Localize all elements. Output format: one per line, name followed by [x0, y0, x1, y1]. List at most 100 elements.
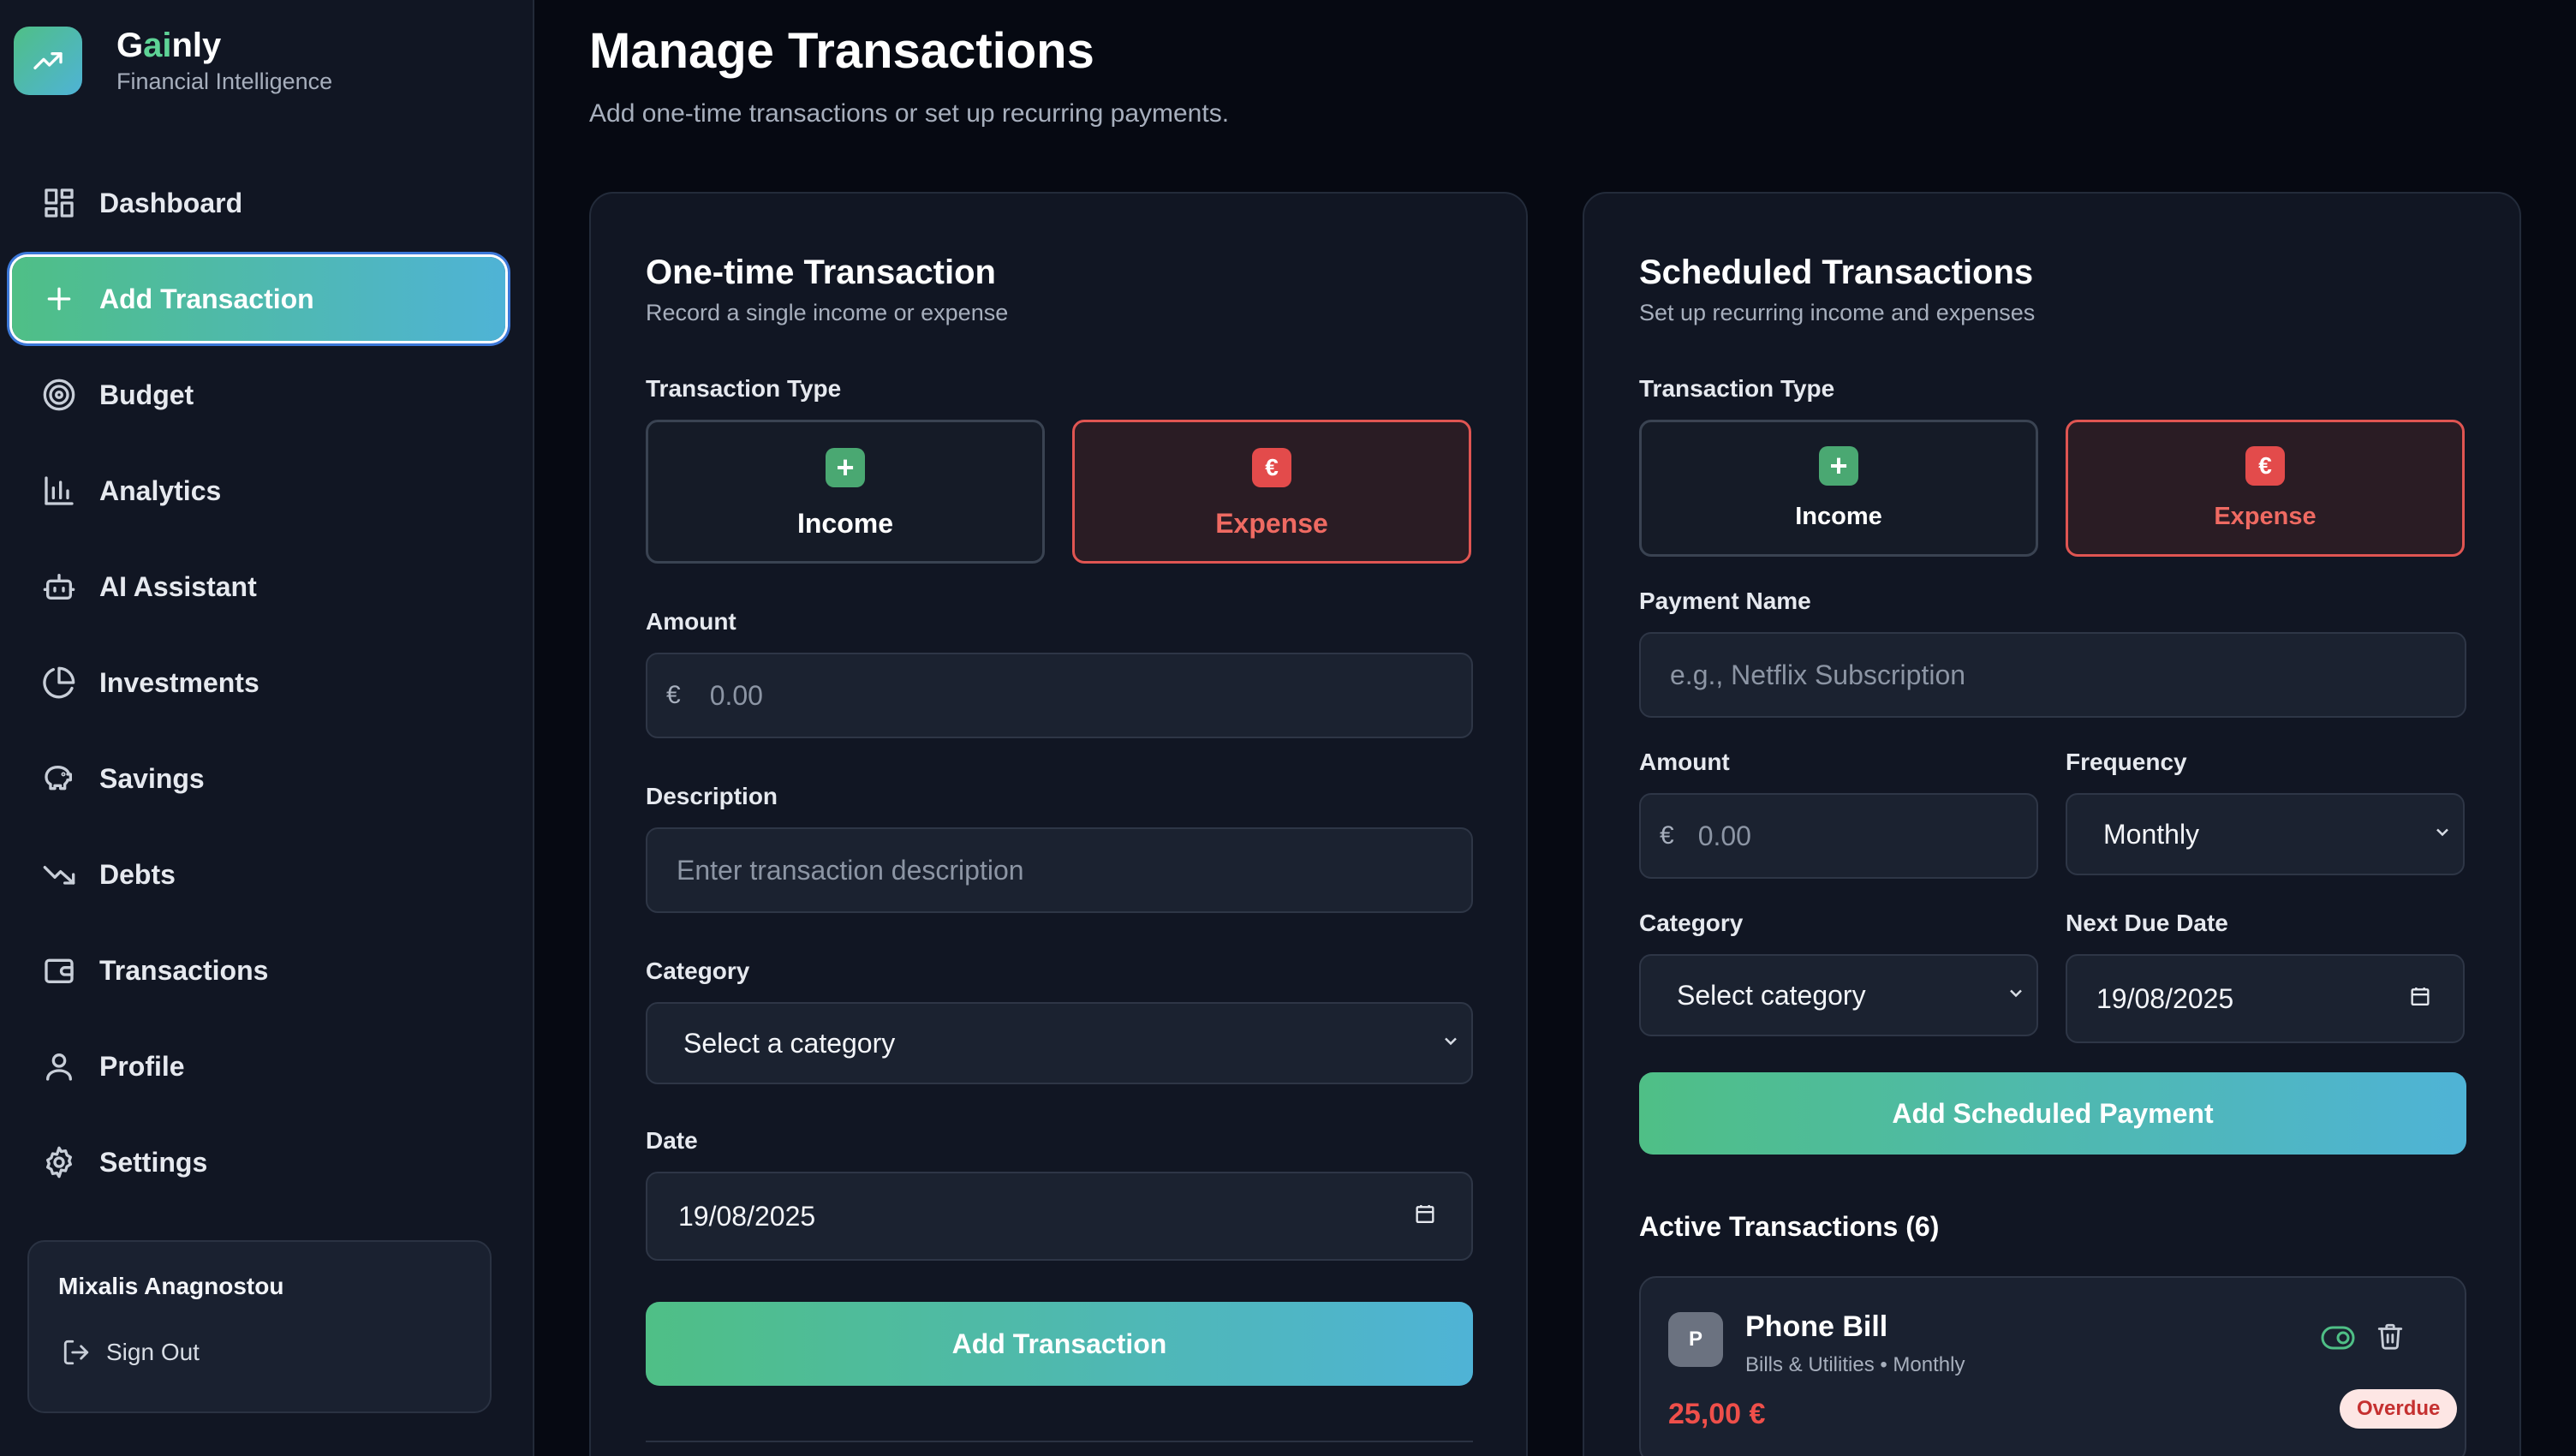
next-due-date-label: Next Due Date	[2066, 910, 2228, 936]
date-value: 19/08/2025	[678, 1200, 816, 1232]
bar-chart-icon	[41, 473, 77, 509]
log-out-icon	[63, 1340, 89, 1365]
plus-icon: +	[826, 448, 865, 487]
chevron-down-icon	[2432, 822, 2453, 847]
sidebar-item-label: Debts	[99, 858, 176, 890]
user-card: Mixalis Anagnostou Sign Out	[27, 1240, 492, 1413]
divider	[646, 1441, 1473, 1442]
sidebar-item-analytics[interactable]: Analytics	[12, 449, 507, 533]
sidebar-nav: Dashboard Add Transaction Budget Analyti…	[12, 161, 507, 1216]
piggy-bank-icon	[41, 761, 77, 797]
sidebar-item-add-transaction[interactable]: Add Transaction	[12, 257, 505, 341]
category-select[interactable]: Select category	[1639, 954, 2038, 1036]
sidebar-item-transactions[interactable]: Transactions	[12, 928, 507, 1012]
sidebar-item-label: Dashboard	[99, 187, 243, 218]
trending-up-icon	[14, 26, 82, 95]
plus-icon	[41, 281, 77, 317]
sidebar: Gainly Financial Intelligence Dashboard …	[0, 0, 534, 1456]
description-label: Description	[646, 783, 778, 809]
target-icon	[41, 377, 77, 413]
scheduled-transaction-item: P Phone Bill Bills & Utilities • Monthly…	[1639, 1276, 2466, 1456]
next-due-date-input[interactable]: 19/08/2025	[2066, 954, 2465, 1043]
sidebar-item-ai-assistant[interactable]: AI Assistant	[12, 545, 507, 629]
sidebar-item-debts[interactable]: Debts	[12, 832, 507, 916]
active-transactions-title: Active Transactions (6)	[1639, 1211, 1940, 1242]
payment-name-placeholder: e.g., Netflix Subscription	[1670, 659, 1966, 690]
brand-tagline: Financial Intelligence	[116, 69, 333, 94]
date-label: Date	[646, 1127, 698, 1154]
chevron-down-icon	[2006, 983, 2026, 1008]
category-label: Category	[1639, 910, 1744, 936]
frequency-value: Monthly	[2103, 818, 2200, 850]
category-value: Select a category	[683, 1027, 896, 1059]
transaction-name: Phone Bill	[1745, 1310, 1888, 1343]
sidebar-item-profile[interactable]: Profile	[12, 1024, 507, 1108]
income-type-button[interactable]: + Income	[1639, 420, 2038, 557]
euro-icon: €	[2245, 446, 2285, 486]
income-label: Income	[796, 508, 894, 539]
transaction-amount: 25,00 €	[1668, 1398, 1766, 1430]
euro-icon: €	[1252, 448, 1291, 487]
trash-icon[interactable]	[2376, 1321, 2405, 1356]
page-subtitle: Add one-time transactions or set up recu…	[589, 99, 1230, 128]
plus-icon: +	[1819, 446, 1858, 486]
amount-label: Amount	[1639, 749, 1730, 775]
brand[interactable]: Gainly Financial Intelligence	[14, 26, 332, 95]
user-icon	[41, 1048, 77, 1084]
scheduled-transactions-card: Scheduled Transactions Set up recurring …	[1583, 192, 2521, 1456]
sidebar-item-label: Investments	[99, 666, 259, 698]
calendar-icon[interactable]	[1413, 1202, 1437, 1231]
category-label: Category	[646, 958, 750, 984]
sidebar-item-savings[interactable]: Savings	[12, 737, 507, 820]
income-label: Income	[1795, 503, 1882, 530]
sign-out-button[interactable]: Sign Out	[62, 1338, 200, 1367]
income-type-button[interactable]: + Income	[646, 420, 1045, 564]
transaction-meta: Bills & Utilities • Monthly	[1745, 1353, 1965, 1376]
sidebar-item-dashboard[interactable]: Dashboard	[12, 161, 507, 245]
sign-out-label: Sign Out	[106, 1339, 200, 1365]
wallet-icon	[41, 952, 77, 988]
expense-label: Expense	[2214, 503, 2317, 530]
expense-type-button[interactable]: € Expense	[1072, 420, 1471, 564]
currency-symbol: €	[666, 681, 681, 709]
category-value: Select category	[1677, 979, 1866, 1011]
sidebar-item-label: Profile	[99, 1050, 185, 1082]
sidebar-item-settings[interactable]: Settings	[12, 1120, 507, 1204]
expense-type-button[interactable]: € Expense	[2066, 420, 2465, 557]
description-placeholder: Enter transaction description	[677, 854, 1024, 886]
avatar: P	[1668, 1312, 1723, 1367]
card-title: One-time Transaction	[646, 254, 996, 291]
sidebar-item-label: Analytics	[99, 474, 222, 506]
toggle-on-icon[interactable]	[2321, 1324, 2355, 1356]
sidebar-item-label: Budget	[99, 379, 194, 410]
user-name: Mixalis Anagnostou	[58, 1273, 284, 1299]
bot-icon	[41, 569, 77, 605]
add-scheduled-payment-button[interactable]: Add Scheduled Payment	[1639, 1072, 2466, 1155]
amount-input[interactable]: € 0.00	[1639, 793, 2038, 879]
brand-name: Gainly	[116, 27, 222, 64]
sidebar-item-investments[interactable]: Investments	[12, 641, 507, 725]
amount-input[interactable]: € 0.00	[646, 653, 1473, 738]
transaction-type-label: Transaction Type	[646, 375, 842, 402]
amount-placeholder: 0.00	[1697, 820, 1751, 851]
sidebar-item-label: Add Transaction	[99, 283, 314, 314]
date-input[interactable]: 19/08/2025	[646, 1172, 1473, 1261]
card-title: Scheduled Transactions	[1639, 254, 2034, 291]
expense-label: Expense	[1215, 508, 1328, 539]
page-title: Manage Transactions	[589, 23, 1094, 79]
status-badge: Overdue	[2340, 1389, 2458, 1429]
description-input[interactable]: Enter transaction description	[646, 827, 1473, 913]
category-select[interactable]: Select a category	[646, 1002, 1473, 1084]
calendar-icon[interactable]	[2408, 985, 2432, 1013]
pie-chart-icon	[41, 665, 77, 701]
brand-text: Gainly Financial Intelligence	[116, 26, 332, 95]
next-due-date-value: 19/08/2025	[2096, 982, 2234, 1014]
currency-symbol: €	[1660, 821, 1674, 850]
grid-icon	[41, 185, 77, 221]
payment-name-input[interactable]: e.g., Netflix Subscription	[1639, 632, 2466, 718]
gear-icon	[41, 1144, 77, 1180]
add-transaction-button[interactable]: Add Transaction	[646, 1302, 1473, 1386]
sidebar-item-budget[interactable]: Budget	[12, 353, 507, 437]
card-subtitle: Record a single income or expense	[646, 300, 1009, 325]
frequency-select[interactable]: Monthly	[2066, 793, 2465, 875]
